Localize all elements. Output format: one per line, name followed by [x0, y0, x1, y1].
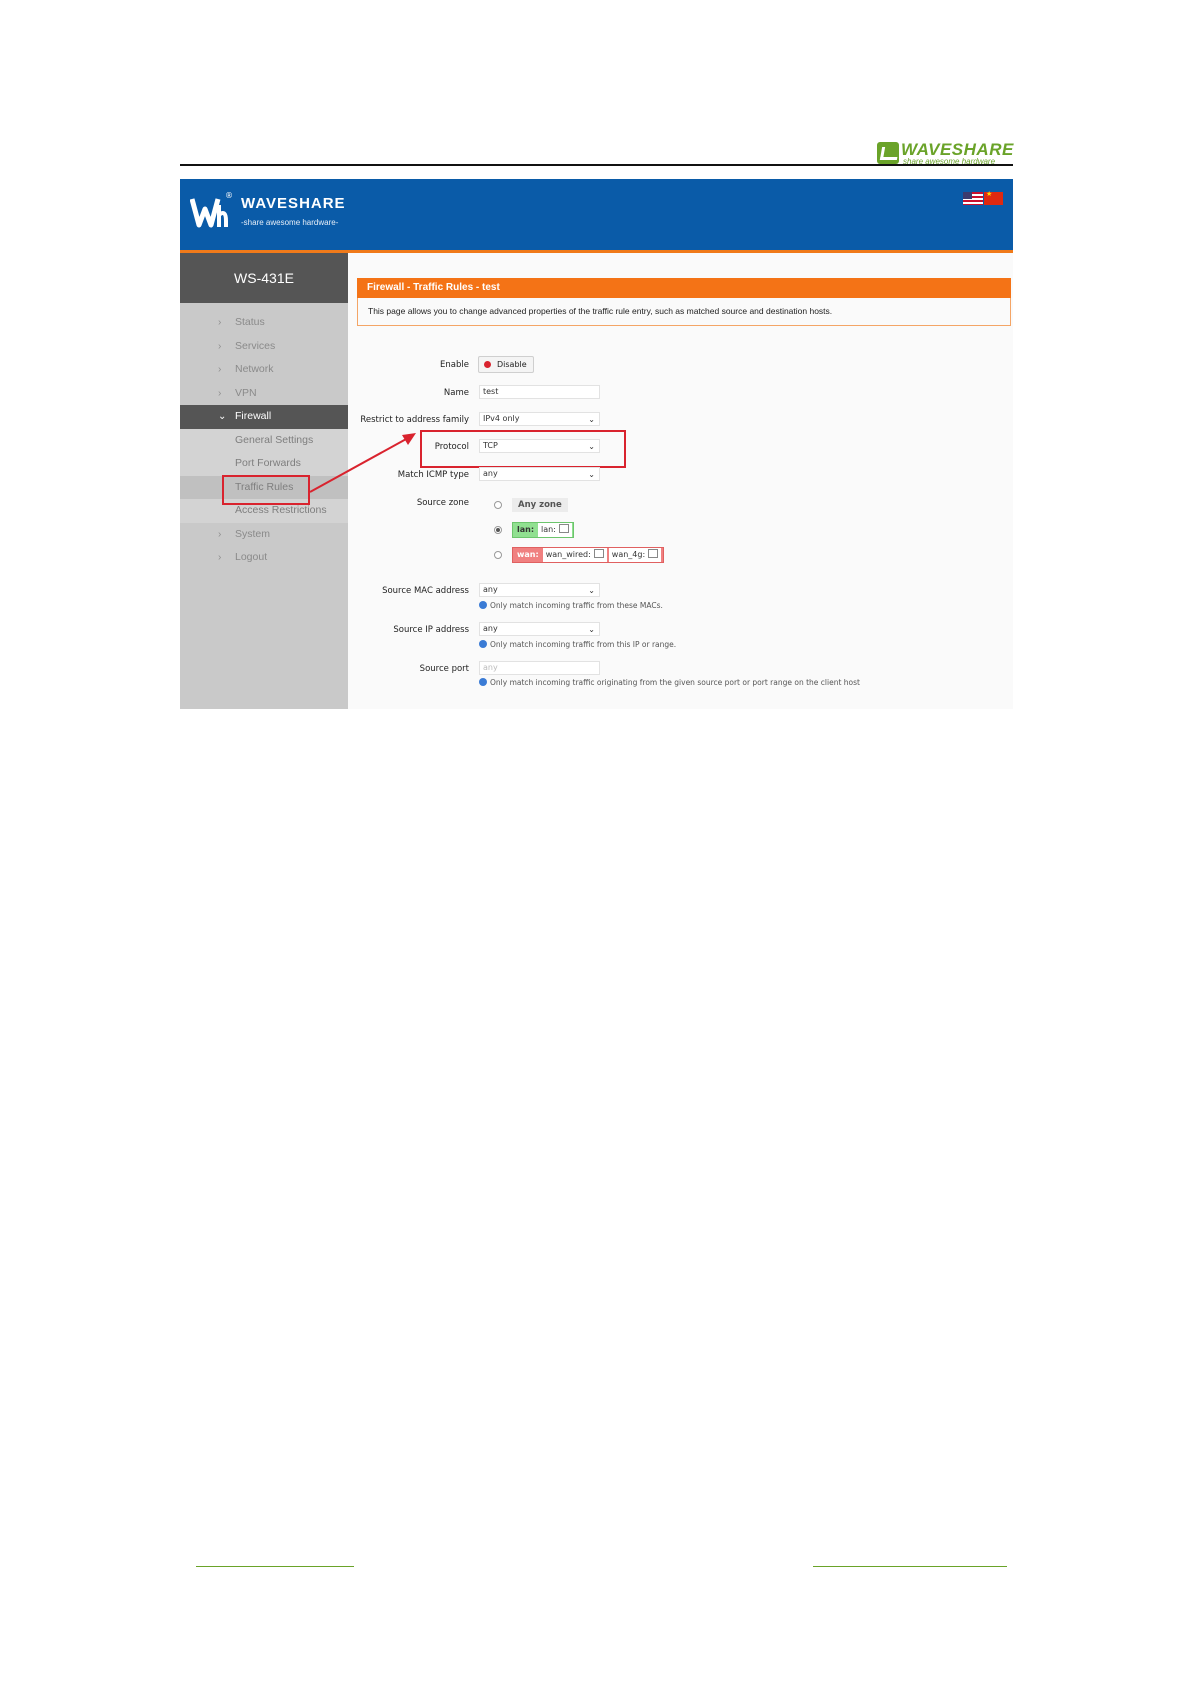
- router-ui-screenshot: ® WAVESHARE -share awesome hardware- WS-…: [180, 179, 1013, 709]
- footer-rule-left: [196, 1566, 354, 1567]
- footer-rule-right: [813, 1566, 1007, 1567]
- waveshare-document-logo: WAVESHARE share awesome hardware: [877, 140, 1014, 166]
- header-divider: [180, 164, 1013, 166]
- annotation-arrow: [309, 433, 416, 493]
- waveshare-logo-icon: [877, 142, 899, 164]
